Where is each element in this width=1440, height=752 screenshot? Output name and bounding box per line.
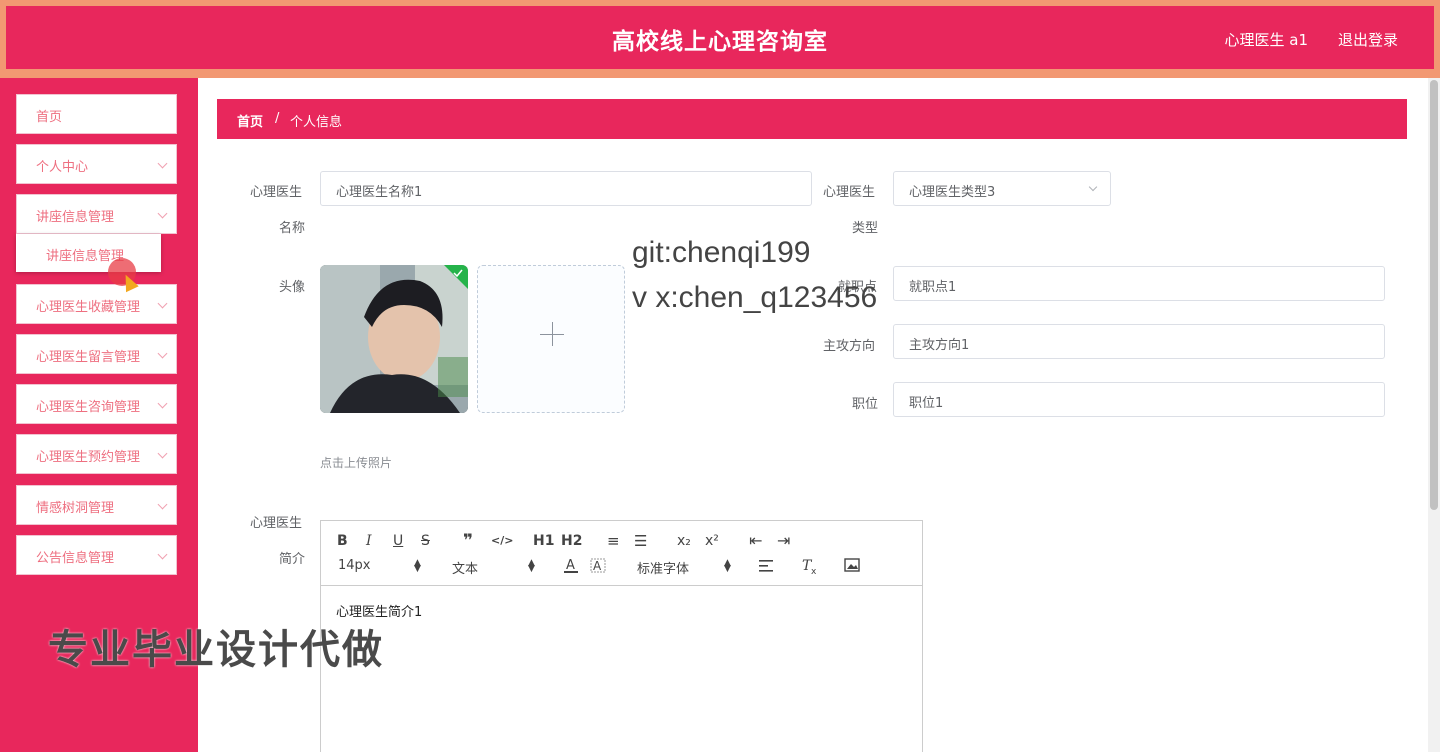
current-user: 心理医生 a1 bbox=[1224, 31, 1308, 49]
name-input[interactable]: 心理医生名称1 bbox=[320, 171, 812, 206]
clear-format-icon[interactable]: T x bbox=[801, 557, 819, 575]
font-color-icon[interactable]: A bbox=[563, 557, 579, 575]
intro-label: 心理医生 bbox=[250, 516, 303, 531]
avatar-photo bbox=[320, 265, 468, 413]
font-size-select[interactable]: 14px bbox=[338, 558, 371, 573]
quote-button[interactable]: ❞ bbox=[463, 531, 473, 551]
subscript-button[interactable]: x₂ bbox=[677, 533, 691, 549]
sidebar-item-messages-management[interactable]: 心理医生留言管理 bbox=[16, 334, 177, 374]
sidebar-item-treehole-management[interactable]: 情感树洞管理 bbox=[16, 485, 177, 525]
type-label: 心理医生 bbox=[823, 185, 876, 200]
select-arrows-icon: ▲ ▼ bbox=[724, 558, 731, 574]
h2-button[interactable]: H2 bbox=[561, 533, 582, 549]
chevron-down-icon bbox=[157, 158, 168, 169]
chevron-down-icon bbox=[1088, 182, 1098, 192]
svg-text:A: A bbox=[566, 558, 575, 573]
sidebar-item-consult-management[interactable]: 心理医生咨询管理 bbox=[16, 384, 177, 424]
sidebar-item-appointment-management[interactable]: 心理医生预约管理 bbox=[16, 434, 177, 474]
breadcrumb-separator: / bbox=[275, 111, 280, 126]
type-select-value: 心理医生类型3 bbox=[909, 185, 996, 200]
select-arrows-icon: ▲ ▼ bbox=[414, 558, 421, 574]
chevron-down-icon bbox=[157, 549, 168, 560]
sidebar-item-favorites-management[interactable]: 心理医生收藏管理 bbox=[16, 284, 177, 324]
header-bar: 高校线上心理咨询室 心理医生 a1 退出登录 bbox=[0, 0, 1440, 78]
rich-text-editor[interactable]: B I U S ❞ </> H1 H2 ≡ ☰ x₂ x² ⇤ ⇥ 14px ▲… bbox=[320, 520, 923, 752]
sidebar-item-label: 个人中心 bbox=[36, 160, 89, 175]
position-input-value: 职位1 bbox=[909, 396, 944, 411]
name-label-cont: 名称 bbox=[279, 221, 306, 236]
bold-button[interactable]: B bbox=[337, 533, 348, 549]
breadcrumb-home[interactable]: 首页 bbox=[237, 111, 263, 130]
select-arrows-icon: ▲ ▼ bbox=[528, 558, 535, 574]
logout-link[interactable]: 退出登录 bbox=[1338, 29, 1398, 50]
workplace-input-value: 就职点1 bbox=[909, 280, 957, 295]
font-family-select[interactable]: 标准字体 bbox=[637, 558, 689, 577]
watermark-ad: 专业毕业设计代做 bbox=[48, 627, 384, 673]
chevron-down-icon bbox=[157, 499, 168, 510]
align-left-icon[interactable] bbox=[758, 559, 774, 573]
scrollbar-thumb[interactable] bbox=[1430, 80, 1438, 510]
image-icon[interactable] bbox=[844, 558, 860, 572]
svg-text:A: A bbox=[593, 559, 602, 573]
sidebar-item-lecture-management[interactable]: 讲座信息管理 bbox=[16, 194, 177, 234]
breadcrumb-current: 个人信息 bbox=[290, 115, 343, 130]
avatar-label: 头像 bbox=[279, 280, 306, 295]
direction-input[interactable]: 主攻方向1 bbox=[893, 324, 1385, 359]
sidebar-item-personal-center[interactable]: 个人中心 bbox=[16, 144, 177, 184]
sidebar-item-label: 首页 bbox=[36, 110, 63, 125]
position-label: 职位 bbox=[852, 397, 879, 412]
bullet-list-button[interactable]: ☰ bbox=[634, 532, 647, 550]
editor-toolbar: B I U S ❞ </> H1 H2 ≡ ☰ x₂ x² ⇤ ⇥ 14px ▲… bbox=[321, 521, 922, 586]
direction-label: 主攻方向 bbox=[823, 339, 876, 354]
superscript-button[interactable]: x² bbox=[705, 533, 719, 549]
chevron-down-icon bbox=[157, 448, 168, 459]
sidebar-item-label: 公告信息管理 bbox=[36, 551, 115, 566]
sidebar-item-label: 心理医生咨询管理 bbox=[36, 400, 141, 415]
code-button[interactable]: </> bbox=[491, 534, 513, 547]
sidebar-item-label: 心理医生预约管理 bbox=[36, 450, 141, 465]
plus-icon-v bbox=[552, 322, 553, 346]
watermark-wechat: v x:chen_q123456 bbox=[632, 281, 878, 314]
direction-input-value: 主攻方向1 bbox=[909, 338, 970, 353]
position-input[interactable]: 职位1 bbox=[893, 382, 1385, 417]
avatar-image[interactable] bbox=[320, 265, 468, 413]
sidebar-item-home[interactable]: 首页 bbox=[16, 94, 177, 134]
text-style-select[interactable]: 文本 bbox=[452, 558, 478, 577]
italic-button[interactable]: I bbox=[366, 533, 372, 549]
sidebar-item-notice-management[interactable]: 公告信息管理 bbox=[16, 535, 177, 575]
background-color-icon[interactable]: A bbox=[590, 557, 606, 575]
submenu-item-lecture-management[interactable]: 讲座信息管理 bbox=[16, 234, 161, 272]
name-input-value: 心理医生名称1 bbox=[336, 185, 423, 200]
strike-button[interactable]: S bbox=[421, 533, 430, 549]
upload-button[interactable] bbox=[477, 265, 625, 413]
sidebar-item-label: 心理医生留言管理 bbox=[36, 350, 141, 365]
workplace-input[interactable]: 就职点1 bbox=[893, 266, 1385, 301]
type-select[interactable]: 心理医生类型3 bbox=[893, 171, 1111, 206]
name-label: 心理医生 bbox=[250, 185, 303, 200]
chevron-down-icon bbox=[157, 348, 168, 359]
chevron-down-icon bbox=[157, 398, 168, 409]
sidebar-item-label: 心理医生收藏管理 bbox=[36, 300, 141, 315]
breadcrumb: 首页 / 个人信息 bbox=[217, 99, 1407, 139]
svg-text:x: x bbox=[811, 567, 817, 575]
h1-button[interactable]: H1 bbox=[533, 533, 554, 549]
upload-hint: 点击上传照片 bbox=[320, 456, 393, 470]
chevron-down-icon bbox=[157, 208, 168, 219]
chevron-down-icon bbox=[157, 298, 168, 309]
indent-button[interactable]: ⇥ bbox=[777, 531, 790, 550]
type-label-cont: 类型 bbox=[852, 221, 879, 236]
ordered-list-button[interactable]: ≡ bbox=[607, 532, 620, 550]
underline-button[interactable]: U bbox=[393, 533, 403, 549]
watermark-git: git:chenqi199 bbox=[632, 236, 811, 269]
sidebar-item-label: 情感树洞管理 bbox=[36, 501, 115, 516]
sidebar-item-label: 讲座信息管理 bbox=[36, 210, 115, 225]
outdent-button[interactable]: ⇤ bbox=[749, 531, 762, 550]
intro-label-cont: 简介 bbox=[279, 552, 306, 567]
